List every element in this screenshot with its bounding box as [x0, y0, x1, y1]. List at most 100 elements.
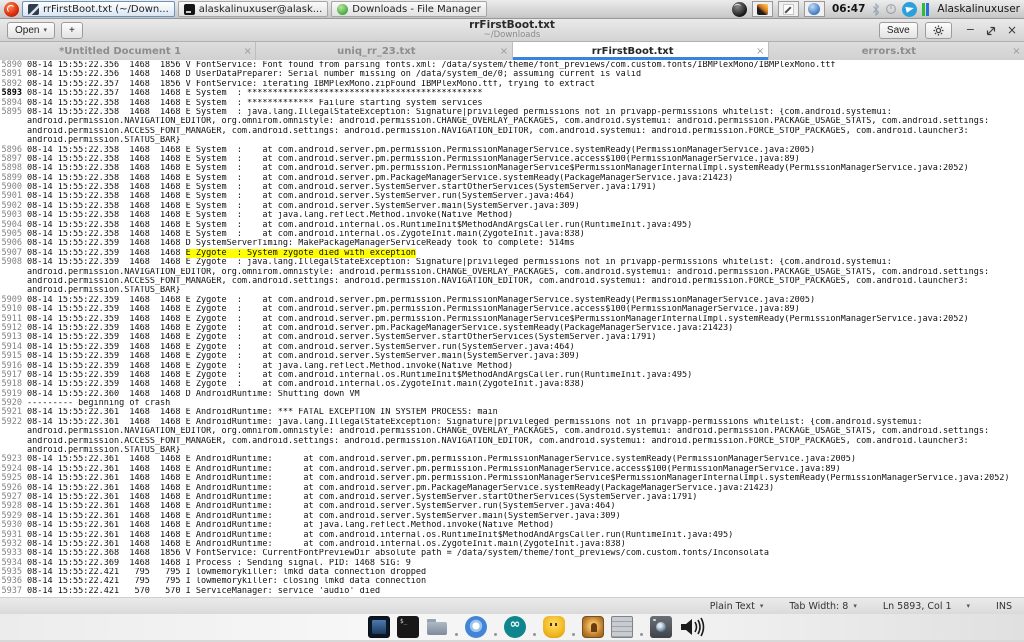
- log-line: 592508-14 15:55:22.361 1468 1468 E Andro…: [0, 474, 1024, 483]
- line-text: 08-14 15:55:22.359 1468 1468 E Zygote : …: [27, 371, 1024, 380]
- tab-untitled-document-1[interactable]: *Untitled Document 1×: [0, 42, 256, 60]
- tab-close-icon[interactable]: ×: [753, 46, 768, 57]
- line-text: 08-14 15:55:22.361 1468 1468 E AndroidRu…: [27, 418, 1024, 427]
- line-text: 08-14 15:55:22.361 1468 1468 E AndroidRu…: [27, 455, 1024, 464]
- line-text: --------- beginning of crash: [27, 399, 1024, 408]
- camera-icon[interactable]: [650, 616, 672, 638]
- line-text: 08-14 15:55:22.359 1468 1468 D SystemSer…: [27, 239, 1024, 248]
- tab-rrfirstboot-txt[interactable]: rrFirstBoot.txt×: [513, 42, 769, 60]
- log-line: android.permission.ACCESS_FONT_MANAGER, …: [0, 277, 1024, 286]
- search-highlight: E Zygote : System zygote died with excep…: [186, 249, 416, 258]
- line-text: 08-14 15:55:22.358 1468 1468 E System : …: [27, 230, 1024, 239]
- dock-separator-dot: [640, 633, 643, 636]
- log-line: android.permission.ACCESS_FONT_MANAGER, …: [0, 437, 1024, 446]
- line-text: 08-14 15:55:22.359 1468 1468 E Zygote : …: [27, 258, 1024, 267]
- line-number: [0, 277, 27, 286]
- log-line: 593008-14 15:55:22.361 1468 1468 E Andro…: [0, 521, 1024, 530]
- cursor-position-label[interactable]: Ln 5893, Col 1: [883, 601, 952, 612]
- line-text: 08-14 15:55:22.358 1468 1468 E System : …: [27, 221, 1024, 230]
- window-subtitle: ~/Downloads: [0, 31, 1024, 40]
- line-text: 08-14 15:55:22.361 1468 1468 E AndroidRu…: [27, 531, 1024, 540]
- bluetooth-icon[interactable]: [872, 3, 880, 16]
- tab-label: errors.txt: [769, 46, 1009, 57]
- log-line: 589408-14 15:55:22.358 1468 1468 E Syste…: [0, 99, 1024, 108]
- globe-tray-button[interactable]: [804, 1, 825, 17]
- tab-uniq-rr-23-txt[interactable]: uniq_rr_23.txt×: [256, 42, 512, 60]
- taskbar-window-rrfirstboot-txt-down[interactable]: rrFirstBoot.txt (~/Down...: [22, 1, 175, 17]
- line-text: 08-14 15:55:22.369 1468 1468 I Process :…: [27, 559, 1024, 568]
- applications-menu-icon[interactable]: [4, 2, 19, 17]
- line-text: 08-14 15:55:22.361 1468 1468 E AndroidRu…: [27, 484, 1024, 493]
- dock-separator-dot: [572, 633, 575, 636]
- log-line: 589908-14 15:55:22.358 1468 1468 E Syste…: [0, 174, 1024, 183]
- file-manager-icon[interactable]: [426, 616, 448, 638]
- mousepad-icon: [28, 4, 39, 15]
- dock-separator-dot: [494, 633, 497, 636]
- restore-icon[interactable]: [986, 21, 996, 40]
- file-type-selector[interactable]: Plain Text ▾: [710, 601, 764, 612]
- log-line: 591808-14 15:55:22.359 1468 1468 E Zygot…: [0, 380, 1024, 389]
- line-text: android.permission.NAVIGATION_EDITOR, or…: [27, 117, 1024, 126]
- log-line: 5920--------- beginning of crash: [0, 399, 1024, 408]
- log-line: 591108-14 15:55:22.359 1468 1468 E Zygot…: [0, 315, 1024, 324]
- log-line: 589008-14 15:55:22.356 1468 1856 V FontS…: [0, 61, 1024, 70]
- server-icon[interactable]: [611, 616, 633, 638]
- line-number: 5908: [0, 258, 27, 267]
- line-text: 08-14 15:55:22.361 1468 1468 E AndroidRu…: [27, 493, 1024, 502]
- log-line: 589808-14 15:55:22.358 1468 1468 E Syste…: [0, 164, 1024, 173]
- log-line: 590008-14 15:55:22.358 1468 1468 E Syste…: [0, 183, 1024, 192]
- window-title-block: rrFirstBoot.txt ~/Downloads: [0, 20, 1024, 40]
- terminal-monitor-icon[interactable]: [368, 616, 390, 638]
- terminal-icon[interactable]: [397, 616, 419, 638]
- network-tray-icon[interactable]: [885, 3, 897, 15]
- insert-mode-label[interactable]: INS: [996, 601, 1012, 612]
- open-button[interactable]: Open ▾: [7, 22, 55, 39]
- minimize-icon[interactable]: −: [966, 25, 975, 35]
- line-text: 08-14 15:55:22.358 1468 1468 E System : …: [27, 164, 1024, 173]
- log-line: 590808-14 15:55:22.359 1468 1468 E Zygot…: [0, 258, 1024, 267]
- arduino-icon[interactable]: [504, 616, 526, 638]
- genie-lamp-icon[interactable]: [543, 616, 565, 638]
- line-text: 08-14 15:55:22.359 1468 1468 E Zygote : …: [27, 315, 1024, 324]
- chromium-icon[interactable]: [465, 616, 487, 638]
- clock[interactable]: 06:47: [832, 3, 865, 15]
- new-tab-button[interactable]: +: [61, 22, 83, 39]
- line-number: [0, 268, 27, 277]
- log-line: android.permission.STATUS_BAR}: [0, 286, 1024, 295]
- log-line: 590608-14 15:55:22.359 1468 1468 D Syste…: [0, 239, 1024, 248]
- status-bar: Plain Text ▾ Tab Width: 8 ▾ Ln 5893, Col…: [0, 597, 1024, 614]
- volume-icon[interactable]: [679, 616, 706, 638]
- line-text: 08-14 15:55:22.359 1468 1468 E Zygote : …: [27, 296, 1024, 305]
- save-button[interactable]: Save: [879, 22, 918, 39]
- taskbar-window-list: rrFirstBoot.txt (~/Down... alaskalinuxuse…: [22, 1, 487, 17]
- pencil-tray-button[interactable]: [778, 1, 799, 17]
- line-text: 08-14 15:55:22.359 1468 1468 E Zygote : …: [27, 343, 1024, 352]
- dark-globe-tray-icon[interactable]: [732, 2, 747, 17]
- close-icon[interactable]: ×: [1007, 25, 1017, 36]
- taskbar-window-label: rrFirstBoot.txt (~/Down...: [43, 4, 169, 15]
- line-text: 08-14 15:55:22.421 795 795 I lowmemoryki…: [27, 568, 1024, 577]
- chevron-down-icon[interactable]: ▾: [967, 602, 971, 610]
- log-line: 592608-14 15:55:22.361 1468 1468 E Andro…: [0, 484, 1024, 493]
- tab-close-icon[interactable]: ×: [497, 46, 512, 57]
- taskbar-window-alaskalinuxuser-alask[interactable]: alaskalinuxuser@alask...: [178, 1, 329, 17]
- line-text: 08-14 15:55:22.358 1468 1468 E System : …: [27, 202, 1024, 211]
- line-text: 08-14 15:55:22.361 1468 1468 E AndroidRu…: [27, 540, 1024, 549]
- telegram-icon[interactable]: [902, 2, 917, 17]
- pencil-tray-icon: [783, 4, 794, 15]
- tab-errors-txt[interactable]: errors.txt×: [769, 42, 1024, 60]
- line-text: 08-14 15:55:22.421 570 570 I ServiceMana…: [27, 587, 1024, 596]
- text-editor-window: Open ▾ + rrFirstBoot.txt ~/Downloads Sav…: [0, 19, 1024, 614]
- window-title: rrFirstBoot.txt: [0, 20, 1024, 31]
- tab-close-icon[interactable]: ×: [240, 46, 255, 57]
- cpu-graph-icon[interactable]: [922, 2, 929, 16]
- text-editor-content[interactable]: 589008-14 15:55:22.356 1468 1856 V FontS…: [0, 60, 1024, 597]
- emblem-badge-icon[interactable]: [582, 616, 604, 638]
- taskbar-window-downloads-file-manager[interactable]: Downloads - File Manager: [331, 1, 487, 17]
- line-text: 08-14 15:55:22.359 1468 1468 E Zygote : …: [27, 249, 1024, 258]
- menu-gear-button[interactable]: [925, 22, 952, 39]
- tab-close-icon[interactable]: ×: [1009, 46, 1024, 57]
- flame-tray-button[interactable]: [752, 1, 773, 17]
- line-text: android.permission.STATUS_BAR}: [27, 446, 1024, 455]
- tab-width-selector[interactable]: Tab Width: 8 ▾: [789, 601, 856, 612]
